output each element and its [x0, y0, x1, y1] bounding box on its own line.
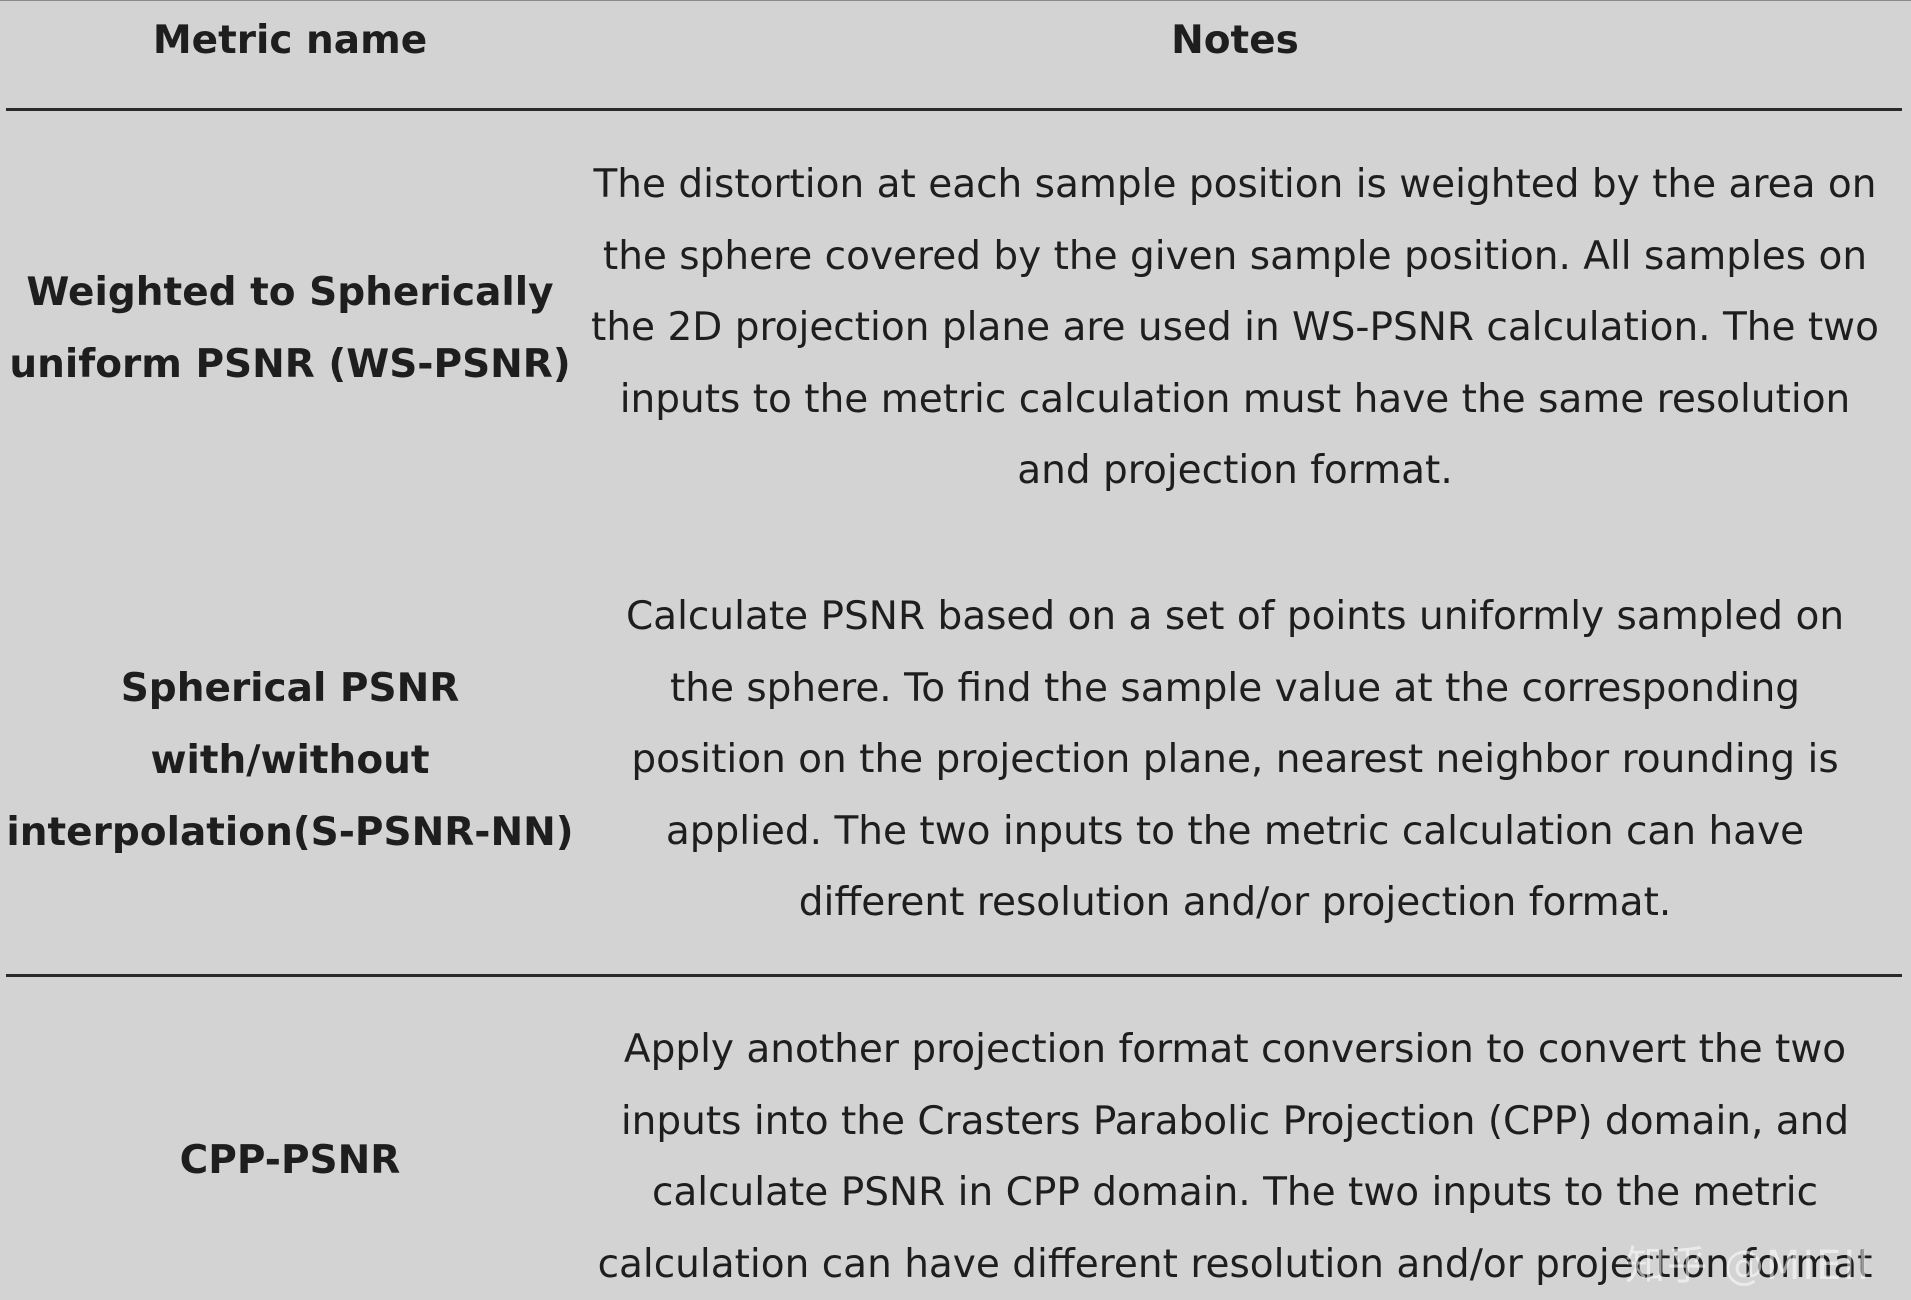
row-1-notes: The distortion at each sample position i…: [591, 162, 1879, 493]
metrics-table: Metric name Notes Weighted to Sphericall…: [0, 0, 1911, 1297]
row-2-metric-name: Spherical PSNR with/without interpolatio…: [6, 666, 574, 855]
row-2-notes: Calculate PSNR based on a set of points …: [625, 594, 1845, 925]
row-3-metric-name: CPP-PSNR: [179, 1138, 401, 1183]
row-divider: [6, 974, 1902, 977]
header-notes: Notes: [1171, 18, 1299, 63]
header-divider: [6, 108, 1902, 111]
header-metric-name: Metric name: [152, 18, 428, 63]
row-1-metric-name: Weighted to Spherically uniform PSNR (WS…: [9, 270, 571, 387]
watermark: 知乎 @MIEII: [1625, 1243, 1871, 1289]
